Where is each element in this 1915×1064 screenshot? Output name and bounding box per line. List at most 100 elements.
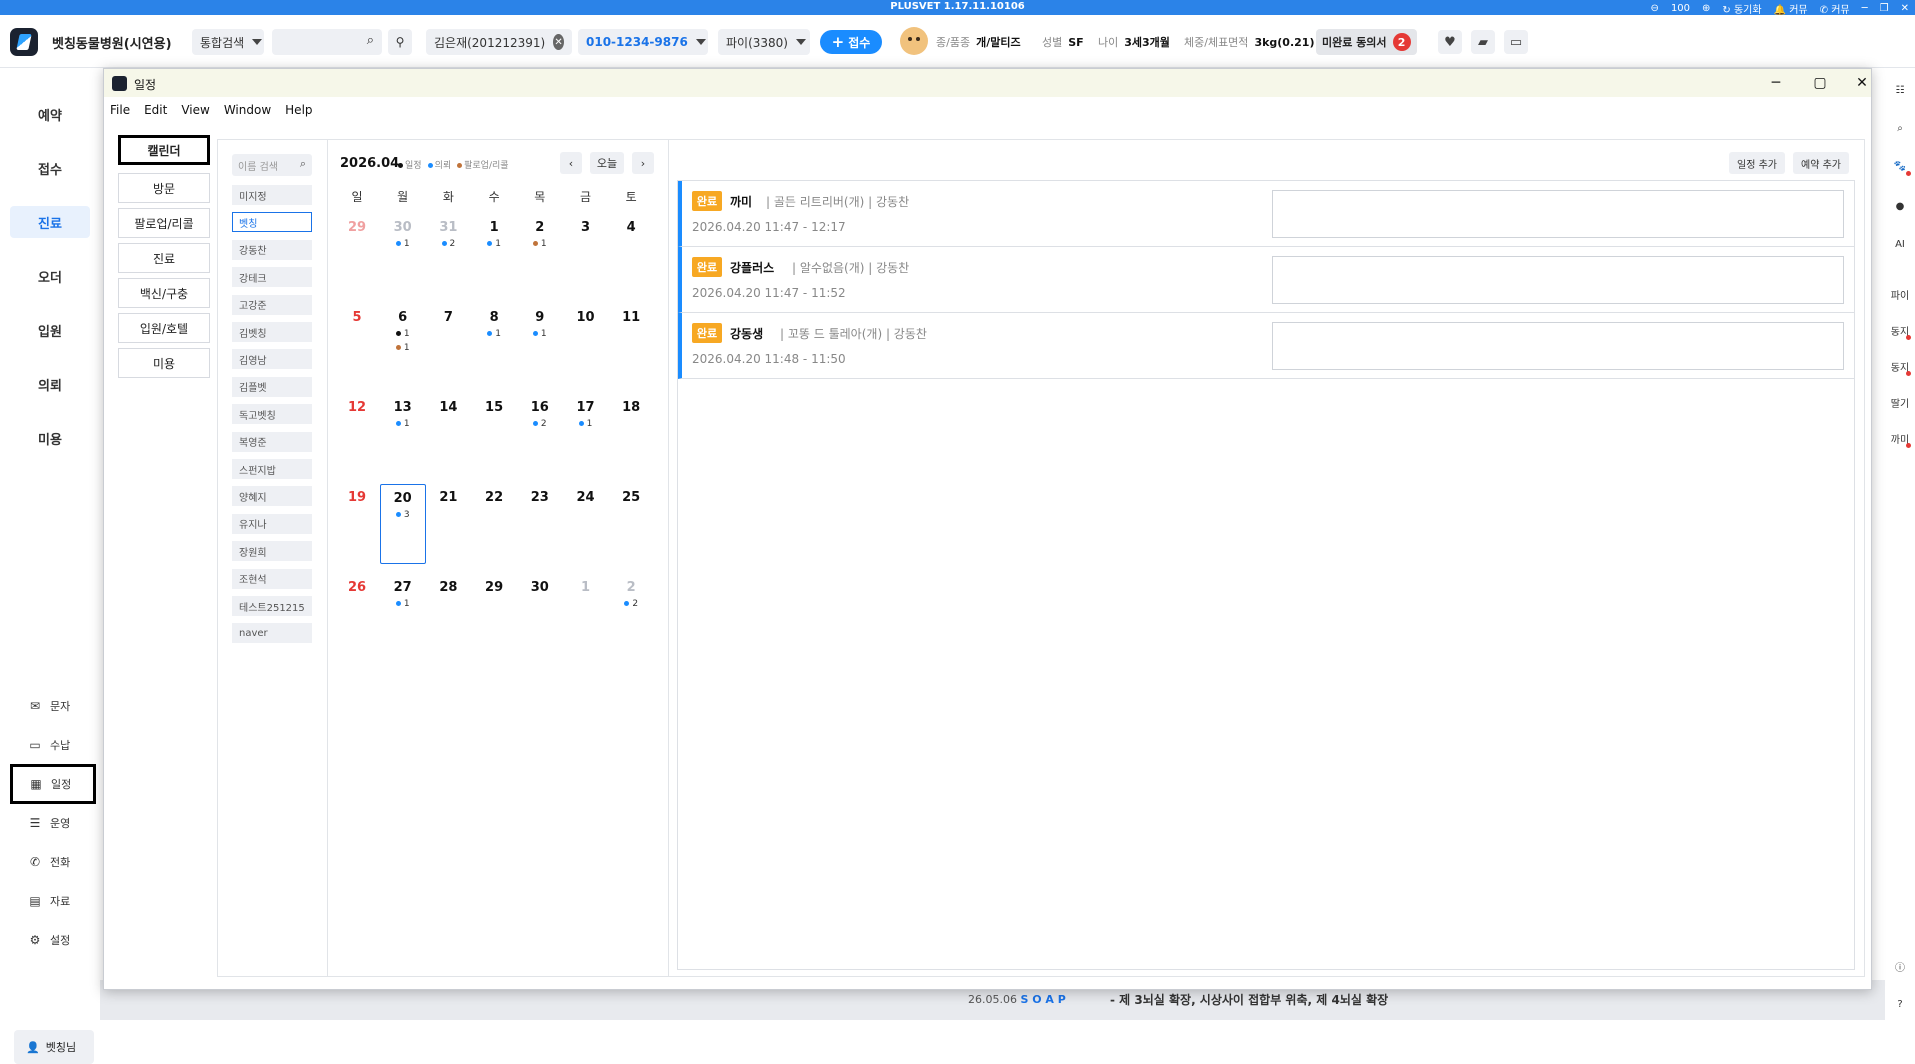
calendar-day[interactable]: 4 [608, 220, 654, 300]
calendar-day[interactable]: 26 [334, 580, 380, 660]
window-maximize-icon[interactable]: ▢ [1810, 73, 1830, 93]
staff-item[interactable]: 미지정 [232, 185, 312, 205]
staff-item[interactable]: 김플벳 [232, 376, 312, 397]
appointment-row[interactable]: 완료 강플러스 | 알수없음(개) | 강동찬 2026.04.20 11:47 - … [678, 247, 1854, 313]
calendar-day[interactable]: 27 1 [380, 580, 426, 660]
calendar-day[interactable]: 11 [608, 310, 654, 390]
minimize-icon[interactable]: ─ [1862, 3, 1868, 14]
nav-reception[interactable]: 접수 [10, 152, 90, 184]
vitals-heart-icon[interactable]: ♥ [1438, 30, 1462, 54]
incomplete-consent-button[interactable]: 미완료 동의서 2 [1316, 29, 1417, 55]
staff-item[interactable]: 강테크 [232, 267, 312, 288]
receipt-button[interactable]: + 접수 [820, 30, 882, 54]
add-schedule-button[interactable]: 일정 추가 [1729, 152, 1785, 174]
close-icon[interactable]: ✕ [1901, 3, 1909, 14]
calendar-day[interactable]: 29 [334, 220, 380, 300]
calendar-day[interactable]: 1 [563, 580, 609, 660]
calendar-day[interactable]: 25 [608, 490, 654, 570]
pet-select[interactable]: 파이(3380) [718, 29, 810, 55]
nav-reservation[interactable]: 예약 [10, 98, 90, 130]
subnav-schedule[interactable]: ▦ 일정 [10, 764, 96, 804]
memo-field[interactable] [1272, 256, 1844, 304]
category-treatment[interactable]: 진료 [118, 243, 210, 273]
staff-item[interactable]: 장원희 [232, 541, 312, 562]
category-followup[interactable]: 팔로업/리콜 [118, 208, 210, 238]
subnav-payment[interactable]: ▭ 수납 [14, 732, 94, 758]
contacts-icon[interactable]: ☷ [1885, 76, 1915, 104]
calendar-day[interactable]: 24 [563, 490, 609, 570]
staff-item[interactable]: 스펀지밥 [232, 459, 312, 479]
calendar-day[interactable]: 91 [517, 310, 563, 390]
phone-select[interactable]: 010-1234-9876 [578, 29, 708, 55]
staff-item[interactable]: 강동찬 [232, 239, 312, 260]
recent-patient-5[interactable]: 까미 [1885, 424, 1915, 452]
restore-icon[interactable]: ❐ [1880, 3, 1889, 14]
category-visit[interactable]: 방문 [118, 173, 210, 203]
calendar-day[interactable]: 22 [608, 580, 654, 660]
calendar-day-today[interactable]: 20 3 [379, 484, 426, 564]
next-month-button[interactable]: › [632, 152, 654, 174]
appointment-row[interactable]: 완료 강동생 | 꼬똥 드 툴레아(개) | 강동찬 2026.04.20 11:48… [678, 313, 1854, 379]
calendar-day[interactable]: 30 [517, 580, 563, 660]
user-menu[interactable]: 👤 벳칭님 [14, 1030, 94, 1064]
zoom-minus-icon[interactable]: ⊖ [1651, 3, 1659, 14]
nav-hospitalization[interactable]: 입원 [10, 314, 90, 346]
calendar-day[interactable]: 21 [517, 220, 563, 300]
staff-item[interactable]: 벳칭 [232, 212, 312, 233]
call-button[interactable]: ✆ 커뮤 [1820, 1, 1850, 16]
ai-icon[interactable]: AI [1885, 230, 1915, 258]
menu-window[interactable]: Window [224, 103, 271, 117]
calendar-day[interactable]: 7 [425, 310, 471, 390]
staff-item[interactable]: 양혜지 [232, 486, 312, 507]
calendar-day[interactable]: 31 2 [425, 220, 471, 300]
recent-patient-3[interactable]: 동지 [1885, 352, 1915, 380]
subnav-message[interactable]: ✉ 문자 [14, 693, 94, 719]
search-icon[interactable]: ⌕ [367, 33, 374, 48]
calendar-day[interactable]: 3 [563, 220, 609, 300]
sync-button[interactable]: ↻ 동기화 [1722, 1, 1761, 16]
category-calendar[interactable]: 캘린더 [118, 135, 210, 165]
calendar-day[interactable]: 10 [563, 310, 609, 390]
staff-item[interactable]: 유지나 [232, 513, 312, 534]
alarm-button[interactable]: 🔔 커뮤 [1774, 1, 1808, 16]
nav-order[interactable]: 오더 [10, 260, 90, 292]
category-vaccine[interactable]: 백신/구충 [118, 278, 210, 308]
folder-icon[interactable]: ▰ [1471, 30, 1495, 54]
chat-icon[interactable]: ● [1885, 192, 1915, 220]
subnav-phone[interactable]: ✆ 전화 [14, 849, 94, 875]
today-button[interactable]: 오늘 [590, 152, 624, 174]
prev-month-button[interactable]: ‹ [560, 152, 582, 174]
recent-patient-1[interactable]: 파이 [1885, 280, 1915, 308]
calendar-day[interactable]: 5 [334, 310, 380, 390]
staff-item[interactable]: 고강준 [232, 294, 312, 315]
clear-client-icon[interactable]: ✕ [553, 34, 564, 50]
calendar-day[interactable]: 15 [471, 400, 517, 480]
patient-search-icon[interactable]: ⌕ [1885, 114, 1915, 142]
staff-item[interactable]: 독고벳칭 [232, 404, 312, 425]
window-close-icon[interactable]: ✕ [1852, 73, 1872, 93]
client-select[interactable]: 김은재(201212391) ✕ [426, 29, 572, 55]
window-titlebar[interactable]: 일정 ─ ▢ ✕ [104, 69, 1871, 97]
staff-item[interactable]: naver [232, 623, 312, 644]
calendar-day[interactable]: 29 [471, 580, 517, 660]
subnav-settings[interactable]: ⚙ 설정 [14, 927, 94, 953]
category-hotel[interactable]: 입원/호텔 [118, 313, 210, 343]
calendar-day[interactable]: 81 [471, 310, 517, 390]
window-minimize-icon[interactable]: ─ [1766, 73, 1786, 93]
name-search-input[interactable]: 이름 검색 ⌕ [232, 154, 312, 176]
staff-item[interactable]: 조현석 [232, 568, 312, 589]
memo-field[interactable] [1272, 322, 1844, 370]
calendar-day[interactable]: 19 [334, 490, 380, 570]
nav-grooming[interactable]: 미용 [10, 422, 90, 454]
calendar-day[interactable]: 30 1 [380, 220, 426, 300]
nav-referral[interactable]: 의뢰 [10, 368, 90, 400]
calendar-day[interactable]: 18 [608, 400, 654, 480]
recent-patient-2[interactable]: 동지 [1885, 316, 1915, 344]
menu-file[interactable]: File [110, 103, 130, 117]
nav-treatment[interactable]: 진료 [10, 206, 90, 238]
calendar-day[interactable]: 28 [425, 580, 471, 660]
patient-search-button[interactable]: ⚲ [388, 29, 412, 55]
calendar-day[interactable]: 16 2 [517, 400, 563, 480]
menu-view[interactable]: View [181, 103, 209, 117]
menu-edit[interactable]: Edit [144, 103, 167, 117]
